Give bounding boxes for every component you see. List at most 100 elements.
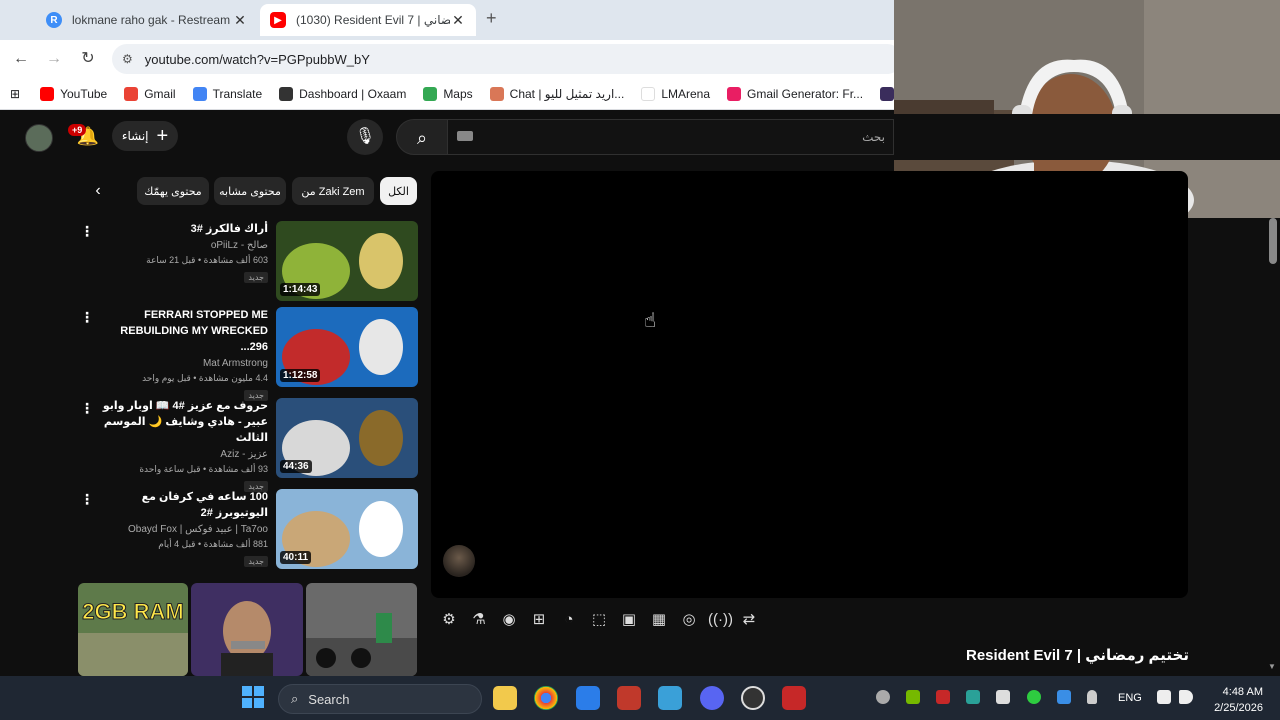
video-thumbnail[interactable]: 44:36: [276, 398, 418, 478]
search-input[interactable]: بحث: [448, 119, 894, 155]
tray-app-icon[interactable]: [876, 690, 890, 704]
grid-thumbnail[interactable]: [306, 583, 417, 676]
close-tab-icon[interactable]: ✕: [232, 12, 248, 29]
video-thumbnail[interactable]: 1:12:58: [276, 307, 418, 387]
file-explorer-icon[interactable]: [493, 686, 517, 710]
search-icon[interactable]: ⌕: [396, 119, 448, 155]
camera-icon[interactable]: ◉: [498, 609, 520, 631]
view-meta: 4.4 مليون مشاهدة • قبل يوم واحد: [142, 373, 268, 383]
obs-icon[interactable]: [741, 686, 765, 710]
tray-app-icon[interactable]: [966, 690, 980, 704]
apps-grid-icon[interactable]: ⊞: [10, 87, 20, 101]
chip-all[interactable]: الكل: [380, 177, 417, 205]
settings-gear-icon[interactable]: ⚙: [438, 609, 460, 631]
dotted-frame-icon[interactable]: ⬚: [588, 609, 610, 631]
video-thumbnail[interactable]: 40:11: [276, 489, 418, 569]
more-options-icon[interactable]: ⋮: [80, 400, 94, 417]
chip-related[interactable]: محتوى مشابه: [214, 177, 286, 205]
channel-name[interactable]: Ta7oo | عبيد فوكس | Obayd Fox: [96, 522, 268, 537]
network-icon[interactable]: [1157, 690, 1171, 704]
recommendation-item[interactable]: ⋮ 100 ساعه في كرفان مع اليوتيوبرز #2 Ta7oo…: [76, 489, 418, 571]
tray-app-icon[interactable]: [996, 690, 1010, 704]
plus-icon: +: [156, 125, 169, 147]
volume-icon[interactable]: [1179, 690, 1193, 704]
nvidia-icon[interactable]: [906, 690, 920, 704]
tab-restream[interactable]: R lokmane raho gak - Restream ✕: [36, 4, 258, 36]
channel-name[interactable]: صالح - oPiiLz: [96, 238, 268, 253]
tab-youtube[interactable]: ▶ (1030) Resident Evil 7 | تختيم رمضاني …: [260, 4, 476, 36]
page-scrollbar[interactable]: [1266, 218, 1280, 676]
repeat-icon[interactable]: ⇄: [738, 609, 760, 631]
tray-app-icon[interactable]: [936, 690, 950, 704]
create-button[interactable]: إنشاء +: [112, 121, 178, 151]
bookmark-label: LMArena: [661, 86, 711, 101]
grid-thumbnail[interactable]: [191, 583, 303, 676]
app-icon[interactable]: [617, 686, 641, 710]
tf-app-icon[interactable]: [782, 686, 806, 710]
recommendation-title[interactable]: حروف مع عزيز #4 📖 اوبار وابو عبير - هادي…: [96, 398, 268, 446]
new-badge: جديد: [244, 272, 268, 283]
video-player[interactable]: [431, 171, 1188, 598]
microphone-icon[interactable]: [1087, 690, 1097, 704]
bookmark-item[interactable]: Dashboard | Oxaam: [279, 86, 406, 101]
add-frame-icon[interactable]: ⊞: [528, 609, 550, 631]
store-icon[interactable]: [576, 686, 600, 710]
bookmark-item[interactable]: Gmail: [124, 86, 176, 101]
tray-app-icon[interactable]: [1057, 690, 1071, 704]
channel-name[interactable]: عزيز - Aziz: [96, 447, 268, 462]
recommendation-item[interactable]: ⋮ حروف مع عزيز #4 📖 اوبار وابو عبير - هاد…: [76, 398, 418, 492]
flask-icon[interactable]: ⚗: [468, 609, 490, 631]
tray-app-icon[interactable]: [1027, 690, 1041, 704]
recommendation-title[interactable]: FERRARI STOPPED ME REBUILDING MY WRECKED…: [96, 307, 268, 355]
bookmark-item[interactable]: YouTube: [40, 86, 107, 101]
language-indicator[interactable]: ENG: [1118, 692, 1142, 704]
more-options-icon[interactable]: ⋮: [80, 491, 94, 508]
reload-icon[interactable]: ↻: [77, 48, 99, 70]
bookmark-item[interactable]: LMArena: [641, 86, 711, 101]
clapperboard-icon[interactable]: ▦: [648, 609, 670, 631]
eye-icon[interactable]: ◎: [678, 609, 700, 631]
discord-icon[interactable]: [700, 686, 724, 710]
recommendation-title[interactable]: أراك فالكرز #3: [96, 221, 268, 237]
broadcast-icon[interactable]: ((·)): [708, 609, 733, 631]
photos-icon[interactable]: [658, 686, 682, 710]
site-info-icon[interactable]: ⚙: [122, 52, 133, 66]
bookmark-item[interactable]: Chat | اريد تمثيل لليو...: [489, 86, 624, 101]
chip-from-channel[interactable]: من Zaki Zem: [292, 177, 374, 205]
speed-gauge-icon[interactable]: ◔: [558, 609, 580, 631]
bookmark-favicon-icon: [279, 86, 294, 101]
recommendation-item[interactable]: ⋮ FERRARI STOPPED ME REBUILDING MY WRECKE…: [76, 307, 418, 401]
video-thumbnail[interactable]: 1:14:43: [276, 221, 418, 301]
bookmark-item[interactable]: Gmail Generator: Fr...: [727, 86, 863, 101]
clock-date: 2/25/2026: [1214, 702, 1263, 714]
taskbar-clock[interactable]: 4:48 AM 2/25/2026: [1207, 684, 1263, 716]
scrollbar-thumb[interactable]: [1269, 218, 1277, 264]
bookmark-item[interactable]: Manif: [880, 86, 894, 101]
chips-prev-chevron-icon[interactable]: ‹: [86, 178, 110, 204]
taskbar-search-label: Search: [308, 691, 350, 707]
address-bar[interactable]: ⚙ youtube.com/watch?v=PGPpubbW_bY: [112, 44, 902, 74]
more-options-icon[interactable]: ⋮: [80, 309, 94, 326]
keyboard-icon[interactable]: [457, 131, 473, 141]
voice-search-mic-icon[interactable]: 🎙: [347, 119, 383, 155]
scroll-down-icon[interactable]: ▼: [1268, 662, 1276, 671]
video-duration: 40:11: [280, 551, 312, 564]
taskbar-search[interactable]: ⌕ Search: [278, 684, 482, 714]
expand-icon[interactable]: ▣: [618, 609, 640, 631]
bookmark-item[interactable]: Translate: [192, 86, 262, 101]
new-tab-icon[interactable]: +: [486, 8, 497, 29]
recommendation-title[interactable]: 100 ساعه في كرفان مع اليوتيوبرز #2: [96, 489, 268, 521]
chip-for-you[interactable]: محتوى يهمّك: [137, 177, 209, 205]
tab-title: (1030) Resident Evil 7 | تختيم رمضاني: [296, 13, 450, 27]
grid-thumbnail[interactable]: 2GB RAM: [78, 583, 188, 676]
chrome-icon[interactable]: [534, 686, 558, 710]
forward-arrow-icon[interactable]: →: [43, 48, 65, 70]
recommendation-item[interactable]: ⋮ أراك فالكرز #3 صالح - oPiiLz 603 ألف مشاه…: [76, 221, 418, 303]
back-arrow-icon[interactable]: ←: [10, 48, 32, 70]
more-options-icon[interactable]: ⋮: [80, 223, 94, 240]
bookmark-item[interactable]: Maps: [423, 86, 473, 101]
close-tab-icon[interactable]: ✕: [450, 12, 466, 29]
avatar[interactable]: [25, 124, 53, 152]
windows-start-icon[interactable]: [242, 686, 264, 708]
channel-name[interactable]: Mat Armstrong: [96, 356, 268, 371]
